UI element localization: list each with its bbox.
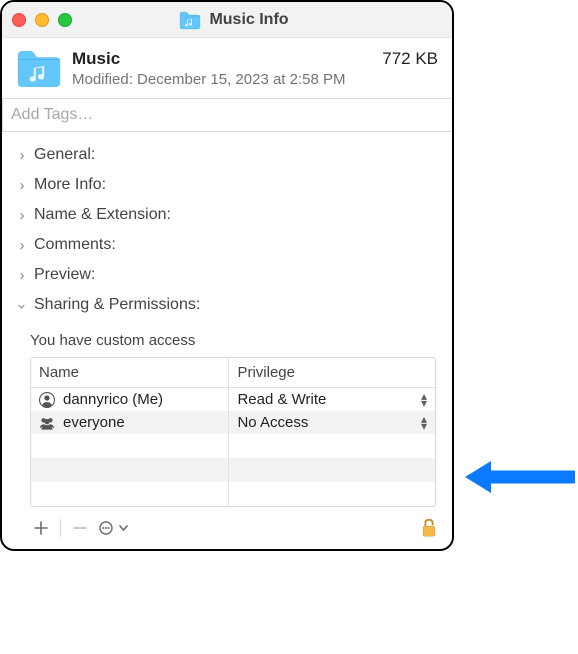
chevron-right-icon: › <box>16 147 28 164</box>
modified-date: Modified: December 15, 2023 at 2:58 PM <box>72 71 438 88</box>
lock-icon[interactable] <box>420 518 438 538</box>
chevron-right-icon: › <box>16 177 28 194</box>
plus-icon <box>34 521 48 535</box>
section-label: Comments: <box>34 236 116 254</box>
section-name-extension[interactable]: › Name & Extension: <box>16 200 438 230</box>
section-label: Name & Extension: <box>34 206 171 224</box>
group-icon <box>39 415 55 431</box>
folder-size: 772 KB <box>382 49 438 69</box>
privilege-select[interactable]: Read & Write ▴▾ <box>237 391 427 408</box>
user-name: dannyrico (Me) <box>63 391 163 408</box>
sections-list: › General: › More Info: › Name & Extensi… <box>2 132 452 324</box>
info-window: Music Info Music 772 KB Modified: Decemb… <box>0 0 454 551</box>
section-label: General: <box>34 146 95 164</box>
folder-name: Music <box>72 49 120 69</box>
titlebar: Music Info <box>2 2 452 38</box>
chevron-right-icon: › <box>16 267 28 284</box>
folder-large-icon <box>16 48 62 88</box>
section-label: More Info: <box>34 176 106 194</box>
tags-field[interactable] <box>2 98 452 132</box>
close-icon[interactable] <box>12 13 26 27</box>
section-comments[interactable]: › Comments: <box>16 230 438 260</box>
add-button[interactable] <box>30 517 52 539</box>
chevron-right-icon: › <box>16 207 28 224</box>
user-name: everyone <box>63 414 125 431</box>
permissions-footer <box>2 511 452 549</box>
permissions-panel: You have custom access Name Privilege <box>2 324 452 511</box>
section-more-info[interactable]: › More Info: <box>16 170 438 200</box>
table-row[interactable]: everyone No Access ▴▾ <box>31 411 435 434</box>
person-icon <box>39 392 55 408</box>
privilege-select[interactable]: No Access ▴▾ <box>237 414 427 431</box>
section-preview[interactable]: › Preview: <box>16 260 438 290</box>
table-row[interactable]: dannyrico (Me) Read & Write ▴▾ <box>31 388 435 412</box>
folder-icon <box>179 10 201 30</box>
access-note: You have custom access <box>30 332 436 349</box>
ellipsis-circle-icon <box>99 521 117 535</box>
table-row <box>31 482 435 506</box>
callout-arrow-icon <box>465 447 575 507</box>
privilege-value: No Access <box>237 414 308 431</box>
section-general[interactable]: › General: <box>16 140 438 170</box>
section-sharing-permissions[interactable]: › Sharing & Permissions: <box>16 290 438 320</box>
column-header-name[interactable]: Name <box>31 358 229 388</box>
chevron-down-icon <box>119 525 128 532</box>
remove-button[interactable] <box>69 517 91 539</box>
chevron-right-icon: › <box>16 237 28 254</box>
column-header-privilege[interactable]: Privilege <box>229 358 435 388</box>
up-down-icon: ▴▾ <box>421 393 427 407</box>
privilege-value: Read & Write <box>237 391 326 408</box>
section-label: Sharing & Permissions: <box>34 296 200 314</box>
up-down-icon: ▴▾ <box>421 416 427 430</box>
separator <box>60 519 61 537</box>
table-row <box>31 434 435 458</box>
minus-icon <box>73 521 87 535</box>
action-menu-button[interactable] <box>99 521 128 535</box>
title-center: Music Info <box>26 10 442 30</box>
tags-input[interactable] <box>3 99 452 131</box>
section-label: Preview: <box>34 266 95 284</box>
summary-bar: Music 772 KB Modified: December 15, 2023… <box>2 38 452 98</box>
permissions-table: Name Privilege <box>30 357 436 507</box>
chevron-down-icon: › <box>14 300 31 312</box>
table-row <box>31 458 435 482</box>
window-title: Music Info <box>209 11 288 29</box>
